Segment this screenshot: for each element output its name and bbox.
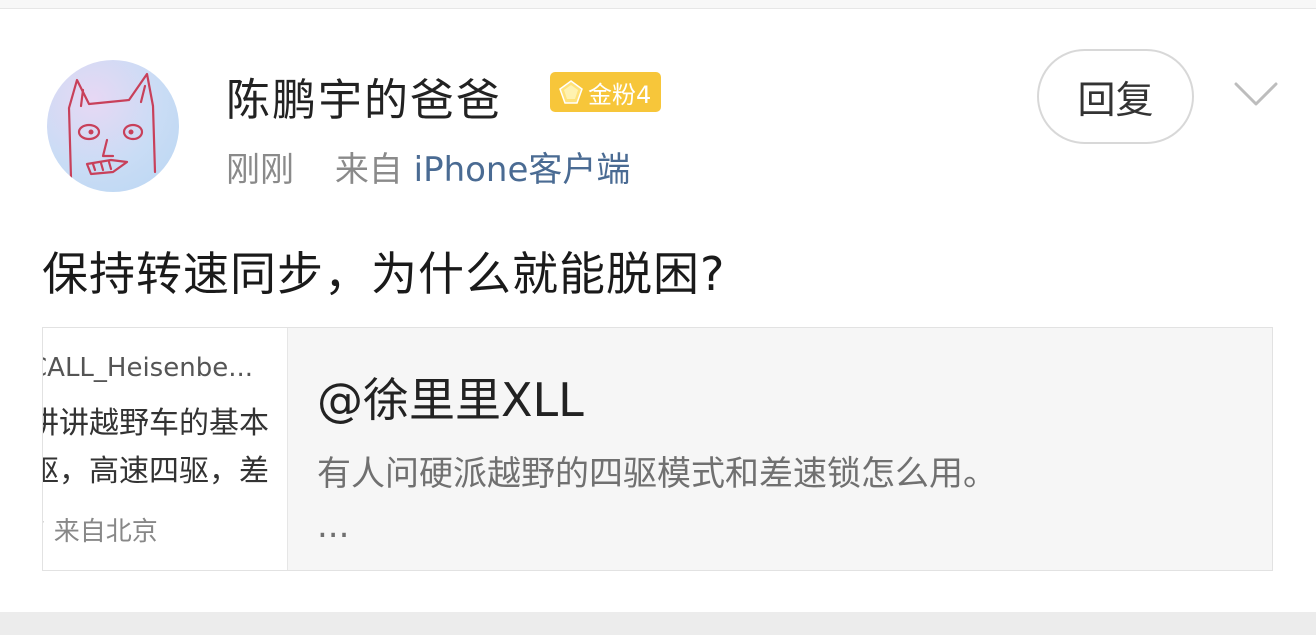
source-client-link[interactable]: iPhone客户端 — [414, 150, 631, 190]
post-time: 刚刚 — [226, 150, 294, 190]
fan-badge-label: 金粉4 — [588, 80, 652, 109]
username[interactable]: 陈鹏宇的爸爸 — [226, 64, 502, 128]
gem-icon — [559, 80, 583, 104]
post-text: 保持转速同步，为什么就能脱困? — [42, 247, 726, 301]
quoted-post-card[interactable]: CALL_Heisenbe... 讲讲越野车的基本 驱，高速四驱，差 7 来自北… — [42, 327, 1273, 571]
avatar[interactable] — [47, 60, 179, 192]
quoted-post-thumbnail[interactable]: CALL_Heisenbe... 讲讲越野车的基本 驱，高速四驱，差 7 来自北… — [43, 328, 288, 570]
quoted-ellipsis: ... — [317, 506, 350, 546]
source-prefix: 来自 — [334, 150, 403, 190]
thumbnail-meta: 7 来自北京 — [43, 517, 158, 547]
bottom-divider — [0, 612, 1316, 635]
quoted-author[interactable]: @徐里里XLL — [317, 364, 584, 430]
thumbnail-text-line: 驱，高速四驱，差 — [43, 454, 269, 489]
fan-badge[interactable]: 金粉4 — [550, 72, 662, 112]
thumbnail-text-line: 讲讲越野车的基本 — [43, 406, 269, 441]
quoted-excerpt: 有人问硬派越野的四驱模式和差速锁怎么用。 — [317, 454, 997, 494]
reply-button[interactable]: 回复 — [1037, 49, 1194, 144]
thumbnail-username: CALL_Heisenbe... — [43, 353, 253, 383]
post-meta: 刚刚 来自 iPhone客户端 — [226, 142, 630, 191]
cat-drawing-avatar — [67, 72, 157, 180]
top-divider — [0, 0, 1316, 9]
chevron-down-icon[interactable] — [1232, 76, 1280, 112]
